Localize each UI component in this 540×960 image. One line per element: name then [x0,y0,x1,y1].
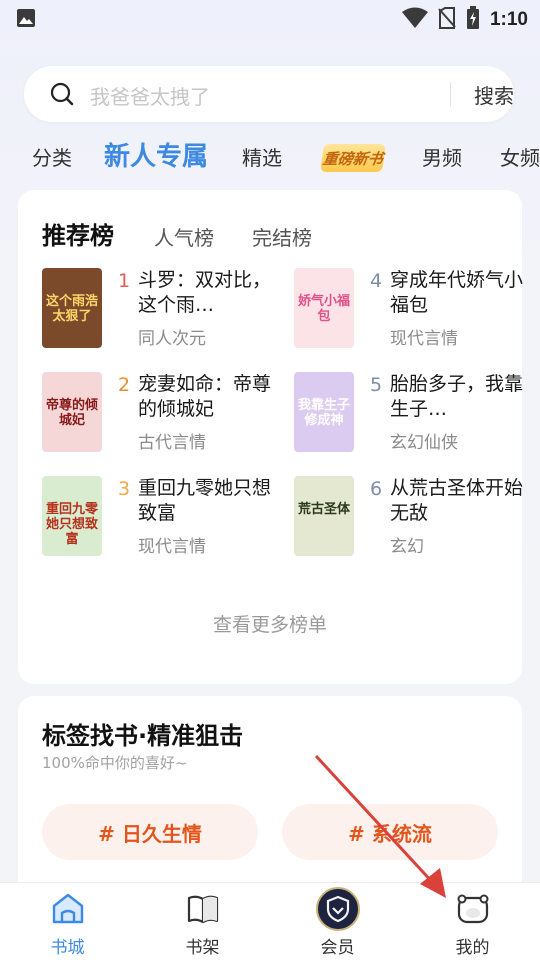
bottom-nav: 书城 书架 会员 我的 [0,882,540,960]
search-button[interactable]: 搜索 [474,80,514,109]
book-category: 玄幻仙侠 [390,433,458,453]
category-tabs: 分类 新人专属 精选 重磅新书 男频 女频 [0,134,540,178]
tab-popular[interactable]: 人气榜 [154,222,214,251]
book-category: 同人次元 [138,329,206,349]
book-cover: 帝尊的倾城妃 [42,372,102,452]
section-title: 标签找书·精准狙击 [42,722,244,750]
tab-female[interactable]: 女频 [500,142,540,171]
book-item[interactable]: 帝尊的倾城妃 2 宠妻如命：帝尊的倾城妃古代言情 [42,372,272,460]
book-item[interactable]: 娇气小福包 4 穿成年代娇气小福包现代言情 [294,268,524,356]
tab-category[interactable]: 分类 [32,142,72,171]
battery-charging-icon [466,6,480,34]
tab-new-books[interactable]: 重磅新书 [320,144,386,172]
tab-male[interactable]: 男频 [422,142,462,171]
section-subtitle: 100%命中你的喜好~ [42,754,188,772]
tag-chip[interactable]: # 系统流 [282,804,498,860]
book-item[interactable]: 荒古圣体 6 从荒古圣体开始无敌玄幻 [294,476,524,564]
no-sim-icon [438,7,456,33]
book-item[interactable]: 这个雨浩太狠了 1 斗罗：双对比，这个雨… 同人次元 [42,268,272,356]
book-category: 现代言情 [390,329,458,349]
book-cover: 这个雨浩太狠了 [42,268,102,348]
rank-number: 4 [370,270,383,292]
rank-number: 1 [118,270,131,292]
search-bar[interactable]: 我爸爸太拽了 搜索 [24,66,514,122]
clock: 1:10 [489,9,528,30]
book-item[interactable]: 我靠生子修成神 5 胎胎多子，我靠生子… 玄幻仙侠 [294,372,524,460]
tag-search-card: 标签找书·精准狙击 100%命中你的喜好~ # 日久生情 # 系统流 [18,696,522,896]
rank-number: 3 [118,478,131,500]
book-category: 玄幻 [390,537,424,557]
search-input[interactable]: 我爸爸太拽了 [90,81,210,110]
book-title: 宠妻如命：帝尊的倾城妃 [138,373,272,420]
book-item[interactable]: 重回九零她只想致富 3 重回九零她只想致富现代言情 [42,476,272,564]
tab-new-user[interactable]: 新人专属 [104,136,208,173]
tag-chip[interactable]: # 日久生情 [42,804,258,860]
book-title: 胎胎多子，我靠生子… [390,373,524,420]
search-icon [50,82,74,110]
gallery-icon [16,8,36,32]
tab-recommended[interactable]: 推荐榜 [42,216,114,251]
book-category: 现代言情 [138,537,206,557]
wifi-icon [401,7,428,33]
tab-featured[interactable]: 精选 [242,142,282,171]
home-icon [51,893,85,929]
book-cover: 我靠生子修成神 [294,372,354,452]
nav-membership[interactable]: 会员 [270,883,405,960]
nav-bookstore[interactable]: 书城 [0,883,135,960]
book-cover: 重回九零她只想致富 [42,476,102,556]
rank-number: 6 [370,478,383,500]
tab-completed[interactable]: 完结榜 [252,222,312,251]
book-title: 斗罗：双对比，这个雨… [138,269,272,316]
view-more-rankings-button[interactable]: 查看更多榜单 [18,610,522,637]
rank-number: 2 [118,374,131,396]
bookshelf-icon [186,893,220,929]
ranking-card: 推荐榜 人气榜 完结榜 这个雨浩太狠了 1 斗罗：双对比，这个雨… 同人次元帝尊的倾城… [18,190,524,684]
book-category: 古代言情 [138,433,206,453]
status-bar: 1:10 [0,0,540,36]
nav-profile[interactable]: 我的 [405,883,540,960]
rank-number: 5 [370,374,383,396]
book-title: 重回九零她只想致富 [138,477,272,524]
nav-bookshelf[interactable]: 书架 [135,883,270,960]
book-title: 穿成年代娇气小福包 [390,269,524,316]
profile-icon [456,893,490,929]
book-title: 从荒古圣体开始无敌 [390,477,524,524]
search-divider [450,82,451,106]
book-cover: 荒古圣体 [294,476,354,556]
vip-shield-icon [315,887,360,935]
book-cover: 娇气小福包 [294,268,354,348]
